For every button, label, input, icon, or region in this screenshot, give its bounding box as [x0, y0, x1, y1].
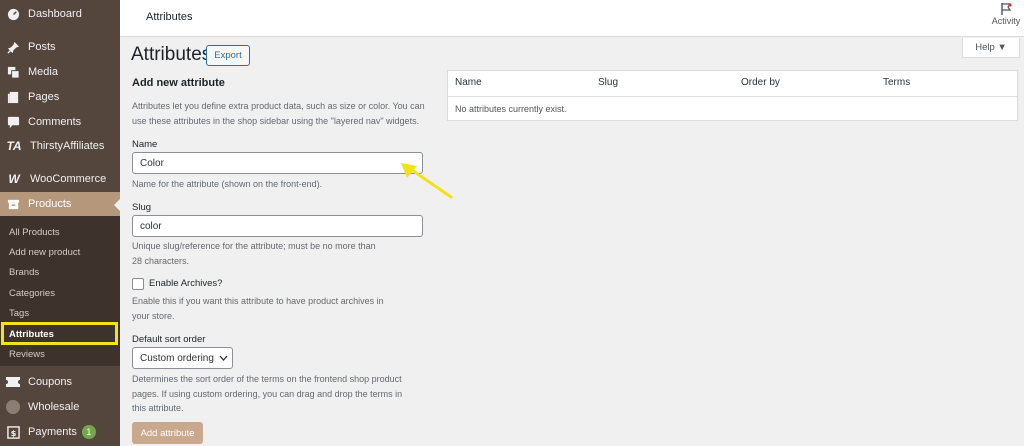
- sort-help-line: Determines the sort order of the terms o…: [132, 374, 402, 384]
- sort-help-line: pages. If using custom ordering, you can…: [132, 388, 403, 399]
- chevron-down-icon: [219, 353, 228, 363]
- page-title: Attributes: [131, 44, 212, 65]
- pin-icon: [6, 40, 20, 54]
- sort-order-value: Custom ordering: [140, 352, 214, 364]
- sidebar-item-label: WooCommerce: [30, 173, 107, 185]
- products-icon: [6, 197, 20, 211]
- sidebar-item-label: ThirstyAffiliates: [30, 140, 105, 152]
- submenu-item-brands[interactable]: Brands: [0, 262, 120, 282]
- add-attribute-button[interactable]: Add attribute: [132, 422, 203, 444]
- column-header-slug[interactable]: Slug: [598, 77, 618, 88]
- media-icon: [6, 65, 20, 79]
- active-indicator: [114, 199, 120, 211]
- sidebar-item-label: Wholesale: [28, 401, 80, 413]
- sort-order-label: Default sort order: [132, 334, 206, 345]
- flag-icon: [1001, 3, 1012, 15]
- form-heading: Add new attribute: [132, 77, 225, 89]
- submenu-item-all-products[interactable]: All Products: [0, 222, 120, 242]
- enable-archives-checkbox[interactable]: [132, 278, 144, 290]
- sidebar-item-label: Pages: [28, 91, 60, 103]
- submenu-item-add-new-product[interactable]: Add new product: [0, 242, 120, 262]
- empty-table-message: No attributes currently exist.: [455, 104, 567, 114]
- sidebar-item-posts[interactable]: Posts: [0, 35, 120, 59]
- attributes-highlight-box: [1, 322, 118, 345]
- payments-icon: $: [6, 425, 20, 439]
- sidebar-item-label: Posts: [28, 41, 56, 53]
- annotation-arrow-icon: [401, 163, 453, 199]
- sidebar-item-media[interactable]: Media: [0, 60, 120, 84]
- sort-order-select[interactable]: Custom ordering: [132, 347, 233, 369]
- submenu-item-reviews[interactable]: Reviews: [0, 344, 120, 364]
- export-button[interactable]: Export: [206, 45, 250, 66]
- column-header-name[interactable]: Name: [455, 77, 482, 88]
- activity-label: Activity: [991, 16, 1021, 26]
- table-divider: [448, 96, 1017, 97]
- slug-label: Slug: [132, 202, 152, 213]
- sidebar-item-label: Dashboard: [28, 8, 82, 20]
- form-intro-line: Attributes let you define extra product …: [132, 101, 425, 111]
- sidebar-item-comments[interactable]: Comments: [0, 110, 120, 134]
- column-header-terms[interactable]: Terms: [883, 77, 910, 88]
- topbar-title: Attributes: [146, 11, 193, 23]
- sidebar-item-label: Products: [28, 198, 72, 210]
- dashboard-icon: [6, 7, 20, 21]
- wholesale-icon: [6, 400, 20, 414]
- attributes-table: Name Slug Order by Terms No attributes c…: [447, 70, 1018, 121]
- coupons-icon: [6, 375, 20, 389]
- notification-badge: 1: [81, 425, 96, 439]
- submenu-item-tags[interactable]: Tags: [0, 303, 120, 323]
- comments-icon: [6, 115, 20, 129]
- woocommerce-icon: W: [8, 172, 20, 186]
- sidebar-item-thirstyaffiliates[interactable]: TA ThirstyAffiliates: [0, 134, 120, 158]
- form-intro: Attributes let you define extra product …: [132, 99, 425, 128]
- sidebar-item-dashboard[interactable]: Dashboard: [0, 2, 120, 26]
- sidebar-item-woocommerce[interactable]: W WooCommerce: [0, 167, 120, 191]
- sidebar-item-label: Payments: [28, 426, 77, 438]
- thirstyaffiliates-icon: TA: [6, 139, 22, 153]
- column-header-order-by[interactable]: Order by: [741, 77, 780, 88]
- name-input[interactable]: Color: [132, 152, 423, 174]
- sidebar-item-coupons[interactable]: Coupons: [0, 370, 120, 394]
- sidebar-item-wholesale[interactable]: Wholesale: [0, 395, 120, 419]
- form-intro-line: use these attributes in the shop sidebar…: [132, 115, 420, 126]
- archives-help-line: Enable this if you want this attribute t…: [132, 296, 384, 306]
- slug-help-line: 28 characters.: [132, 255, 190, 266]
- sidebar-item-label: Coupons: [28, 376, 73, 388]
- archives-help-line: your store.: [132, 310, 175, 321]
- top-bar: Attributes Activity: [120, 0, 1024, 37]
- sidebar-item-label: Media: [28, 66, 58, 78]
- sort-order-help: Determines the sort order of the terms o…: [132, 372, 402, 416]
- svg-text:$: $: [10, 427, 16, 437]
- archives-help: Enable this if you want this attribute t…: [132, 294, 384, 323]
- pages-icon: [6, 90, 20, 104]
- admin-sidebar: Dashboard Posts Media Pages Comments TA …: [0, 0, 120, 446]
- slug-help-line: Unique slug/reference for the attribute;…: [132, 241, 376, 251]
- help-tab-button[interactable]: Help ▼: [962, 38, 1020, 58]
- sidebar-item-products[interactable]: Products: [0, 192, 120, 216]
- name-label: Name: [132, 139, 158, 150]
- activity-button[interactable]: Activity: [988, 2, 1024, 26]
- enable-archives-label: Enable Archives?: [149, 278, 223, 289]
- submenu-item-categories[interactable]: Categories: [0, 283, 120, 303]
- sidebar-item-pages[interactable]: Pages: [0, 85, 120, 109]
- slug-input[interactable]: color: [132, 215, 423, 237]
- sidebar-item-payments[interactable]: $ Payments 1: [0, 420, 120, 444]
- sidebar-item-label: Comments: [28, 116, 82, 128]
- name-help: Name for the attribute (shown on the fro…: [132, 179, 323, 189]
- sort-help-line: this attribute.: [132, 403, 184, 413]
- slug-help: Unique slug/reference for the attribute;…: [132, 239, 376, 268]
